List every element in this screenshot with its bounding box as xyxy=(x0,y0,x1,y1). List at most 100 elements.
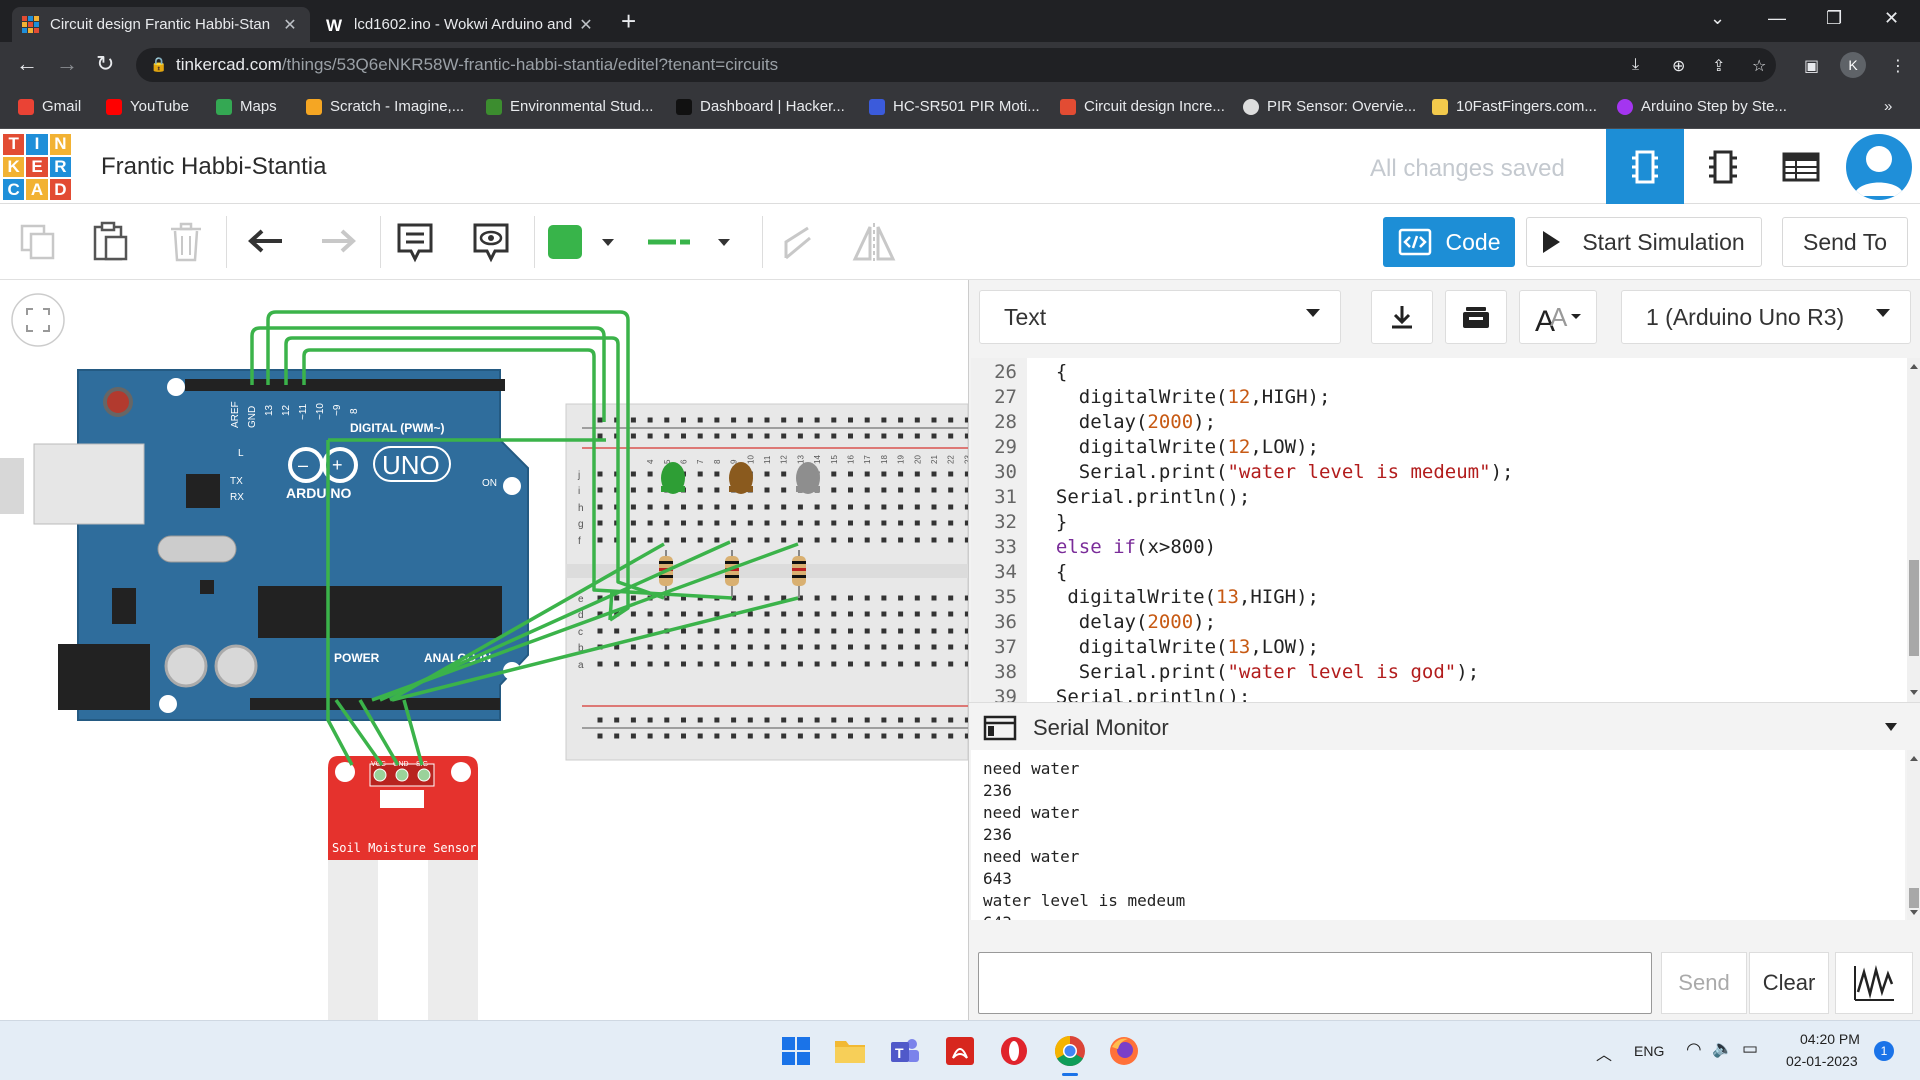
restore-icon[interactable]: ❐ xyxy=(1826,8,1842,29)
serial-input[interactable] xyxy=(978,952,1652,1014)
serial-send-button[interactable]: Send xyxy=(1661,952,1747,1014)
bookmark-environmental[interactable]: Environmental Stud... xyxy=(486,98,653,115)
share-icon[interactable]: ⇪ xyxy=(1712,56,1725,76)
code-editor[interactable]: 26 {27 digitalWrite(12,HIGH); 28 delay(20… xyxy=(971,358,1907,702)
clock-date[interactable]: 02-01-2023 xyxy=(1786,1053,1858,1069)
reload-icon[interactable]: ↻ xyxy=(96,52,114,76)
speaker-icon[interactable]: 🔈 xyxy=(1712,1039,1733,1059)
fill-color-picker[interactable] xyxy=(548,218,636,266)
serial-output[interactable]: need water 236 need water 236 need water 643 w… xyxy=(971,750,1905,920)
device-select[interactable]: 1 (Arduino Uno R3) xyxy=(1621,290,1911,344)
close-tab-icon[interactable]: ✕ xyxy=(576,15,596,35)
minimize-icon[interactable]: — xyxy=(1768,8,1786,29)
back-icon[interactable]: ← xyxy=(16,52,38,76)
acrobat-button[interactable] xyxy=(942,1033,978,1069)
bookmark-scratch[interactable]: Scratch - Imagine,... xyxy=(306,98,464,115)
more-bookmarks-button[interactable]: » xyxy=(1884,98,1892,115)
breadboard-hole xyxy=(848,628,853,634)
libraries-button[interactable] xyxy=(1445,290,1507,344)
tab-search-icon[interactable]: ⌄ xyxy=(1710,8,1725,29)
scroll-up-icon[interactable] xyxy=(1910,756,1918,761)
serial-monitor-header[interactable]: Serial Monitor xyxy=(969,702,1920,750)
opera-button[interactable] xyxy=(996,1033,1032,1069)
fit-view-icon[interactable] xyxy=(11,293,65,347)
copy-button[interactable] xyxy=(14,218,62,266)
bookmark-10fastfingers[interactable]: 10FastFingers.com... xyxy=(1432,98,1597,115)
led-gray[interactable] xyxy=(796,462,820,494)
led-green[interactable] xyxy=(661,462,685,494)
bookmark-maps[interactable]: Maps xyxy=(216,98,277,115)
circuit-canvas[interactable]: – + UNO ARDUINO DIGITAL (PWM~) POWER ANA… xyxy=(0,280,968,1020)
scroll-up-icon[interactable] xyxy=(1910,364,1918,369)
code-button[interactable]: Code xyxy=(1383,217,1515,267)
bookmark-circuit-design[interactable]: Circuit design Incre... xyxy=(1060,98,1225,115)
bookmark-youtube[interactable]: YouTube xyxy=(106,98,189,115)
schematic-view-button[interactable] xyxy=(1684,129,1762,204)
url-field[interactable]: 🔒 tinkercad.com/things/53Q6eNKR58W-frant… xyxy=(136,48,1776,82)
notes-button[interactable] xyxy=(391,218,439,266)
tab-circuit-design[interactable]: Circuit design Frantic Habbi-Stan ✕ xyxy=(12,7,310,42)
serial-graph-button[interactable] xyxy=(1835,952,1913,1014)
paste-button[interactable] xyxy=(86,218,134,266)
profile-avatar[interactable]: K xyxy=(1840,52,1866,78)
download-code-button[interactable] xyxy=(1371,290,1433,344)
bookmark-star-icon[interactable]: ☆ xyxy=(1752,56,1766,76)
user-avatar[interactable] xyxy=(1846,134,1912,200)
clock-time[interactable]: 04:20 PM xyxy=(1800,1031,1860,1047)
forward-icon[interactable]: → xyxy=(56,52,78,76)
rotate-button[interactable] xyxy=(774,218,822,266)
bookmark-gmail[interactable]: Gmail xyxy=(18,98,81,115)
chrome-button[interactable] xyxy=(1052,1033,1088,1076)
bookmark-pir-sensor[interactable]: PIR Sensor: Overvie... xyxy=(1243,98,1416,115)
design-title[interactable]: Frantic Habbi-Stantia xyxy=(101,153,326,181)
bookmark-arduino-step[interactable]: Arduino Step by Ste... xyxy=(1617,98,1787,115)
power-rail-hole xyxy=(731,417,737,423)
tab-wokwi[interactable]: W lcd1602.ino - Wokwi Arduino and ✕ xyxy=(316,7,606,42)
code-mode-select[interactable]: Text xyxy=(979,290,1341,344)
delete-button[interactable] xyxy=(162,218,210,266)
menu-dots-icon[interactable]: ⋮ xyxy=(1890,56,1906,76)
side-panel-icon[interactable]: ▣ xyxy=(1804,56,1819,76)
close-tab-icon[interactable]: ✕ xyxy=(280,15,300,35)
file-explorer-button[interactable] xyxy=(832,1033,868,1069)
firefox-button[interactable] xyxy=(1106,1033,1142,1069)
breadboard-hole xyxy=(848,471,853,477)
send-to-button[interactable]: Send To xyxy=(1782,217,1908,267)
wire-style-picker[interactable] xyxy=(646,218,746,266)
soil-moisture-sensor[interactable]: Soil Moisture Sensor VCC GND SIG xyxy=(328,756,478,1020)
flip-button[interactable] xyxy=(850,218,898,266)
scroll-down-icon[interactable] xyxy=(1910,690,1918,695)
led-brown[interactable] xyxy=(729,462,753,494)
redo-button[interactable] xyxy=(314,218,362,266)
chevron-down-icon[interactable] xyxy=(1885,723,1897,731)
serial-clear-button[interactable]: Clear xyxy=(1749,952,1829,1014)
new-tab-button[interactable]: + xyxy=(621,8,636,34)
notification-badge[interactable]: 1 xyxy=(1874,1041,1894,1061)
language-indicator[interactable]: ENG xyxy=(1634,1043,1664,1059)
start-button[interactable] xyxy=(778,1033,814,1069)
teams-button[interactable]: T xyxy=(886,1033,922,1069)
start-simulation-button[interactable]: Start Simulation xyxy=(1526,217,1762,267)
scroll-down-icon[interactable] xyxy=(1910,910,1918,915)
chevron-up-icon[interactable]: ︿ xyxy=(1596,1041,1612,1065)
circuit-view-button[interactable] xyxy=(1606,129,1684,204)
bookmark-hackerrank[interactable]: Dashboard | Hacker... xyxy=(676,98,845,115)
code-scrollbar[interactable] xyxy=(1907,358,1920,702)
url-host: tinkercad.com xyxy=(176,55,282,74)
install-icon[interactable]: ⤓ xyxy=(1632,56,1639,74)
scroll-thumb[interactable] xyxy=(1909,560,1919,656)
component-list-button[interactable] xyxy=(1762,129,1840,204)
scroll-thumb[interactable] xyxy=(1909,888,1919,908)
undo-button[interactable] xyxy=(242,218,290,266)
bookmark-pir-motion[interactable]: HC-SR501 PIR Moti... xyxy=(869,98,1040,115)
power-rail-hole xyxy=(747,417,753,423)
battery-icon[interactable]: ▭ xyxy=(1742,1039,1758,1059)
wifi-icon[interactable]: ◠ xyxy=(1686,1039,1702,1060)
close-window-icon[interactable]: ✕ xyxy=(1884,8,1899,29)
serial-scrollbar[interactable] xyxy=(1907,750,1920,920)
font-size-button[interactable]: AA xyxy=(1519,290,1597,344)
notes-visibility-button[interactable] xyxy=(467,218,515,266)
zoom-icon[interactable]: ⊕ xyxy=(1672,56,1685,76)
tinkercad-logo[interactable]: T I N K E R C A D xyxy=(3,134,71,200)
reset-button[interactable] xyxy=(103,387,133,417)
